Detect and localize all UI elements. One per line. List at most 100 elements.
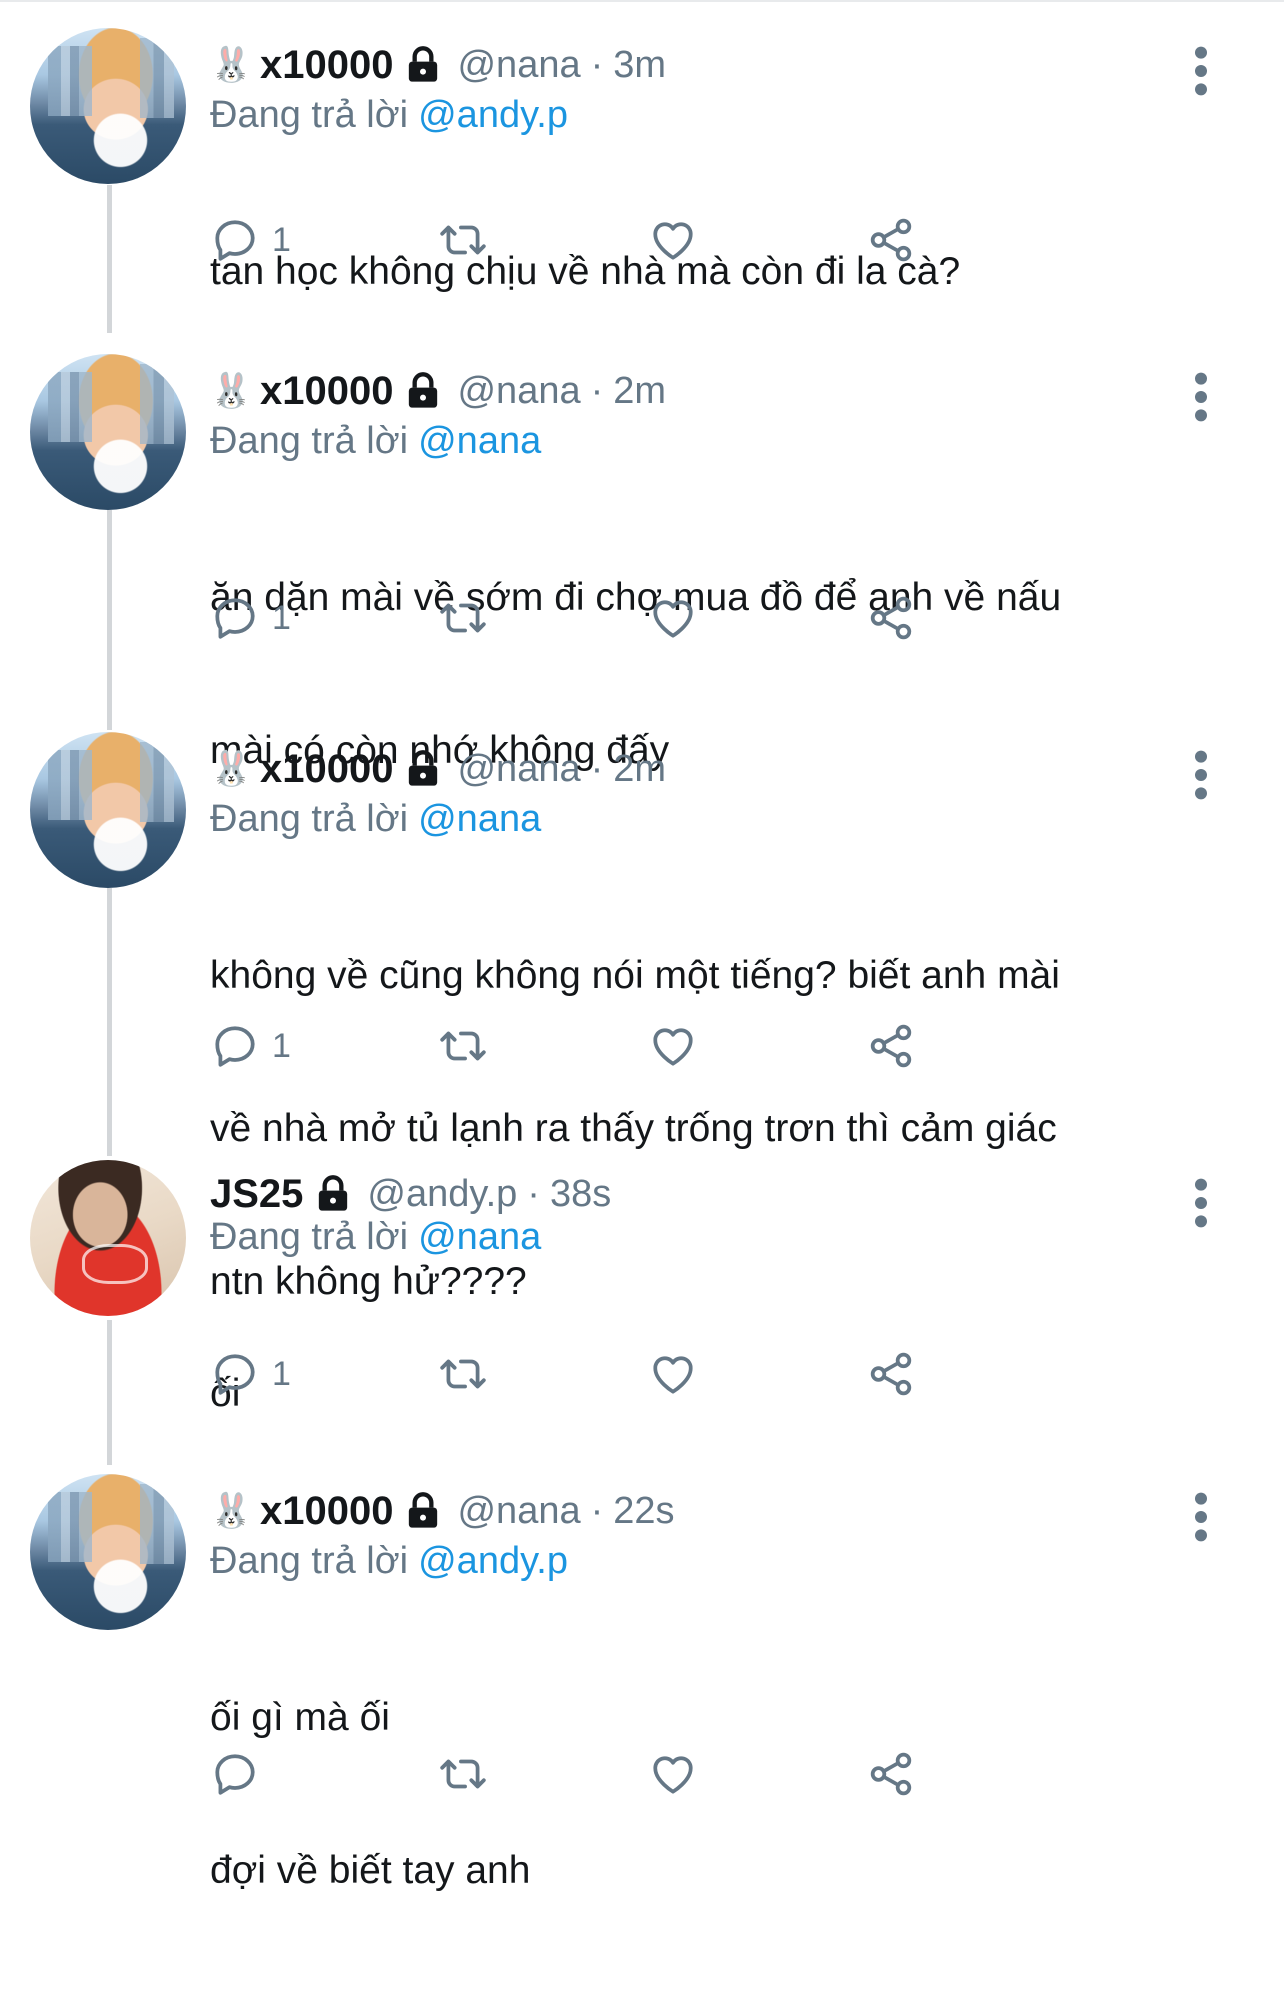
lock-icon: [319, 1175, 348, 1211]
reply-button[interactable]: 1: [210, 212, 291, 268]
thread-line: [107, 1320, 112, 1465]
separator-dot: ·: [590, 369, 604, 412]
reply-button[interactable]: [210, 1746, 272, 1802]
tweet-text-line: ntn không hử????: [210, 1260, 527, 1303]
share-button[interactable]: [866, 590, 916, 646]
reply-icon: [215, 1354, 255, 1395]
more-vertical-icon[interactable]: [1186, 1492, 1216, 1542]
reply-count: 1: [272, 598, 291, 637]
lock-icon: [409, 46, 438, 82]
like-button[interactable]: [648, 1018, 698, 1074]
share-icon: [870, 1752, 912, 1796]
action-bar: 1: [210, 212, 1110, 268]
thread-line: [107, 185, 112, 333]
retweet-icon: [440, 225, 486, 255]
share-button[interactable]: [866, 1018, 916, 1074]
timestamp[interactable]: 3m: [613, 44, 666, 87]
mention-link[interactable]: @andy.p: [418, 1540, 568, 1582]
user-handle[interactable]: @nana: [457, 44, 580, 87]
more-vertical-icon[interactable]: [1186, 372, 1216, 422]
like-button[interactable]: [648, 1346, 698, 1402]
retweet-button[interactable]: [438, 1018, 488, 1074]
user-handle[interactable]: @nana: [457, 748, 580, 791]
avatar[interactable]: [30, 28, 186, 184]
replying-to: Đang trả lời @nana: [210, 798, 541, 841]
timestamp[interactable]: 2m: [613, 370, 666, 413]
retweet-button[interactable]: [438, 212, 488, 268]
more-vertical-icon[interactable]: [1186, 1178, 1216, 1228]
rabbit-emoji: 🐰: [210, 372, 253, 410]
share-button[interactable]: [866, 1346, 916, 1402]
heart-icon: [653, 1356, 693, 1394]
like-button[interactable]: [648, 590, 698, 646]
mention-link[interactable]: @nana: [418, 798, 541, 840]
retweet-icon: [440, 603, 486, 633]
user-handle[interactable]: @nana: [457, 370, 580, 413]
like-button[interactable]: [648, 1746, 698, 1802]
tweet-header: 🐰 x10000 @nana · 2m: [210, 367, 666, 415]
reply-button[interactable]: 1: [210, 1018, 291, 1074]
share-button[interactable]: [866, 1746, 916, 1802]
retweet-button[interactable]: [438, 1746, 488, 1802]
retweet-button[interactable]: [438, 1346, 488, 1402]
display-name[interactable]: x10000: [260, 1489, 393, 1534]
timestamp[interactable]: 38s: [550, 1173, 611, 1216]
avatar[interactable]: [30, 354, 186, 510]
avatar[interactable]: [30, 732, 186, 888]
share-button[interactable]: [866, 212, 916, 268]
mention-link[interactable]: @nana: [418, 1216, 541, 1258]
replying-label: Đang trả lời: [210, 798, 409, 840]
tweet-text-line: về nhà mở tủ lạnh ra thấy trống trơn thì…: [210, 1107, 1057, 1150]
timestamp[interactable]: 2m: [613, 748, 666, 791]
replying-to: Đang trả lời @andy.p: [210, 1540, 568, 1583]
rabbit-emoji: 🐰: [210, 1492, 253, 1530]
replying-label: Đang trả lời: [210, 94, 409, 136]
action-bar: 1: [210, 590, 1110, 646]
mention-link[interactable]: @andy.p: [418, 94, 568, 136]
retweet-button[interactable]: [438, 590, 488, 646]
reply-button[interactable]: 1: [210, 590, 291, 646]
tweet-text-line: ối gì mà ối: [210, 1696, 390, 1739]
reply-icon: [215, 1026, 255, 1067]
user-handle[interactable]: @nana: [457, 1490, 580, 1533]
reply-icon: [215, 1754, 255, 1795]
heart-icon: [653, 1756, 693, 1794]
tweet-text-line: không về cũng không nói một tiếng? biết …: [210, 954, 1060, 997]
timestamp[interactable]: 22s: [613, 1490, 674, 1533]
user-handle[interactable]: @andy.p: [367, 1173, 517, 1216]
display-name[interactable]: x10000: [260, 747, 393, 792]
more-vertical-icon[interactable]: [1186, 750, 1216, 800]
separator-dot: ·: [590, 747, 604, 790]
display-name[interactable]: x10000: [260, 369, 393, 414]
separator-dot: ·: [590, 43, 604, 86]
mention-link[interactable]: @nana: [418, 420, 541, 462]
reply-count: 1: [272, 1026, 291, 1065]
like-button[interactable]: [648, 212, 698, 268]
avatar[interactable]: [30, 1474, 186, 1630]
heart-icon: [653, 600, 693, 638]
rabbit-emoji: 🐰: [210, 46, 253, 84]
share-icon: [870, 1024, 912, 1068]
tweet-header: 🐰 x10000 @nana · 22s: [210, 1487, 675, 1535]
reply-count: 1: [272, 220, 291, 259]
thread-line: [107, 510, 112, 730]
avatar[interactable]: [30, 1160, 186, 1316]
rabbit-emoji: 🐰: [210, 750, 253, 788]
action-bar: [210, 1746, 1110, 1802]
display-name[interactable]: x10000: [260, 43, 393, 88]
replying-to: Đang trả lời @andy.p: [210, 94, 568, 137]
replying-label: Đang trả lời: [210, 1216, 409, 1258]
replying-to: Đang trả lời @nana: [210, 1216, 541, 1259]
tweet-text: tan học không chịu về nhà mà còn đi la c…: [210, 144, 960, 399]
retweet-icon: [440, 1759, 486, 1789]
top-divider: [0, 0, 1284, 2]
reply-count: 1: [272, 1354, 291, 1393]
display-name[interactable]: JS25: [210, 1172, 303, 1217]
thread-line: [107, 888, 112, 1156]
tweet-text-line: đợi về biết tay anh: [210, 1849, 531, 1892]
share-icon: [870, 218, 912, 262]
reply-icon: [215, 598, 255, 639]
retweet-icon: [440, 1359, 486, 1389]
more-vertical-icon[interactable]: [1186, 46, 1216, 96]
reply-button[interactable]: 1: [210, 1346, 291, 1402]
